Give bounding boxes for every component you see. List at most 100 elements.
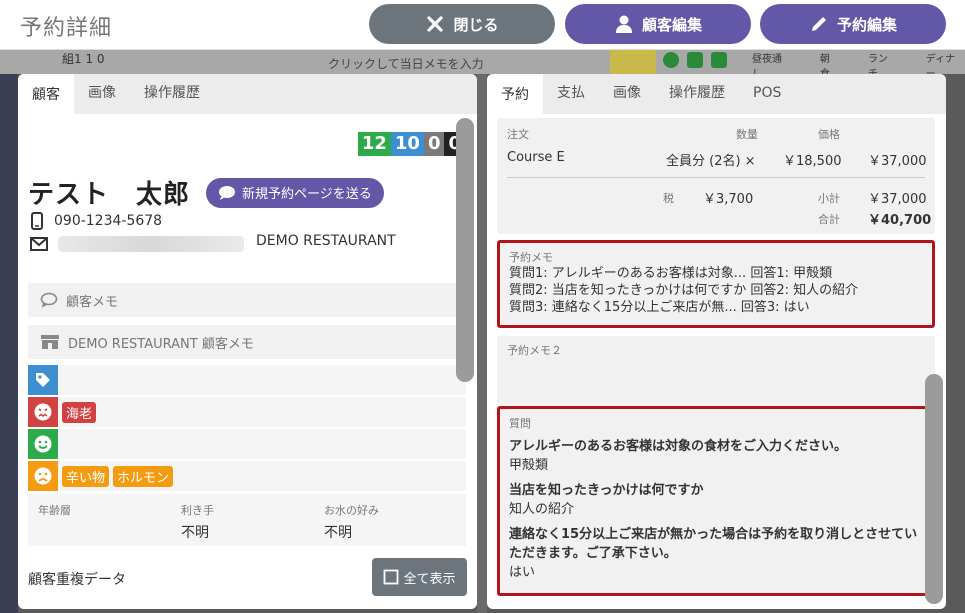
reservation-edit-button[interactable]: 予約編集 (760, 4, 946, 44)
close-icon (427, 16, 444, 32)
mobile-phone-icon (31, 212, 43, 230)
customer-tabs: 顧客 画像 操作履歴 (18, 74, 477, 114)
reservation-memo-line: 質問1: アレルギーのあるお客様は対象... 回答1: 甲殻類 (509, 266, 833, 281)
badge-visits: 12 (357, 132, 391, 156)
background-toolbar: 組1 1 0 クリックして当日メモを入力 昼夜通し 朝食 ランチ ディナー (0, 50, 965, 80)
reservation-memo-line: 質問3: 連絡なく15分以上ご来店が無... 回答3: はい (509, 300, 810, 315)
angry-face-icon (28, 397, 58, 427)
restaurant-memo-label: DEMO RESTAURANT 顧客メモ (68, 336, 254, 352)
order-item-price: ￥18,500 (783, 154, 842, 169)
reservation-memo-2[interactable]: 予約メモ２ (497, 336, 935, 406)
order-divider (507, 177, 925, 178)
day-memo-hint: クリックして当日メモを入力 (328, 57, 484, 71)
subtotal-value: ￥37,000 (868, 192, 927, 207)
email-row: DEMO RESTAURANT (30, 233, 396, 252)
user-icon (615, 15, 632, 33)
background-sidebar (0, 50, 18, 613)
tab-history[interactable]: 操作履歴 (655, 74, 739, 114)
tag-row-weak[interactable]: 辛い物 ホルモン (28, 461, 466, 491)
question-text: 連絡なく15分以上ご来店が無かった場合は予約を取り消しとさせていただきます。ご了… (509, 527, 918, 561)
show-all-label: 全て表示 (403, 571, 456, 587)
background-highlight (610, 50, 656, 74)
tag-row-like[interactable] (28, 429, 466, 459)
order-item-name: Course E (507, 150, 565, 165)
tab-images[interactable]: 画像 (74, 74, 130, 114)
reservation-memo-2-label: 予約メモ２ (507, 344, 562, 357)
duplicate-data-label: 顧客重複データ (28, 572, 126, 588)
answer-text: 甲殻類 (509, 458, 549, 473)
pref-label: 年齢層 (38, 504, 71, 517)
answer-text: 知人の紹介 (509, 502, 575, 517)
close-button-label: 閉じる (453, 15, 499, 34)
pref-hand: 利き手 不明 (181, 502, 214, 542)
phone-icon (711, 52, 727, 68)
background-icons (663, 52, 727, 68)
customer-memo-field[interactable]: 顧客メモ (28, 283, 466, 317)
tab-pos[interactable]: POS (739, 74, 795, 114)
frown-face-icon (28, 461, 58, 491)
send-booking-page-button[interactable]: 新規予約ページを送る (206, 177, 384, 208)
badge-count-blue: 10 (390, 132, 424, 156)
smile-face-icon (28, 429, 58, 459)
tab-reservation[interactable]: 予約 (487, 74, 543, 114)
pref-age: 年齢層 (38, 502, 71, 522)
tag-icon (28, 365, 58, 395)
order-header-qty: 数量 (736, 128, 758, 141)
visit-badges: 12 10 0 0 (357, 132, 465, 156)
customer-preferences: 年齢層 利き手 不明 お水の好み 不明 (28, 494, 466, 546)
customer-name: テスト 太郎 (28, 180, 191, 210)
customer-name-row: テスト 太郎 新規予約ページを送る (28, 174, 384, 211)
tab-history[interactable]: 操作履歴 (130, 74, 214, 114)
envelope-icon (30, 237, 48, 251)
grand-total-value: ￥40,700 (868, 213, 932, 228)
reservation-memo[interactable]: 予約メモ 質問1: アレルギーのあるお客様は対象... 回答1: 甲殻類 質問2… (497, 240, 935, 328)
answer-text: はい (509, 565, 536, 580)
header: 予約詳細 閉じる 顧客編集 予約編集 (0, 0, 965, 50)
customer-scrollbar[interactable] (456, 118, 474, 382)
tag-chip: 海老 (62, 401, 97, 423)
restaurant-memo-field[interactable]: DEMO RESTAURANT 顧客メモ (28, 325, 466, 359)
comment-icon (40, 292, 58, 308)
tab-payment[interactable]: 支払 (543, 74, 599, 114)
store-icon (41, 335, 59, 349)
customer-edit-label: 顧客編集 (641, 15, 702, 34)
checkbox-icon (384, 569, 399, 585)
order-header-item: 注文 (507, 128, 529, 141)
reservation-memo-label: 予約メモ (509, 251, 553, 264)
background-info: 組1 1 0 (62, 52, 105, 66)
questions-label: 質問 (509, 417, 531, 430)
phone-number[interactable]: 090-1234-5678 (54, 213, 162, 229)
tag-row-dislike[interactable]: 海老 (28, 397, 466, 427)
pref-value: 不明 (181, 525, 209, 541)
pref-water: お水の好み 不明 (324, 502, 379, 542)
reservation-memo-line: 質問2: 当店を知ったきっかけは何ですか 回答2: 知人の紹介 (509, 283, 859, 298)
reservation-tabs: 予約 支払 画像 操作履歴 POS (487, 74, 946, 114)
tax-label: 税 (663, 192, 674, 205)
customer-memo-label: 顧客メモ (66, 294, 119, 310)
show-all-button[interactable]: 全て表示 (372, 558, 467, 596)
panel-gap (477, 74, 487, 613)
badge-count-gray: 0 (423, 132, 445, 156)
order-item-total: ￥37,000 (868, 154, 927, 169)
send-booking-page-label: 新規予約ページを送る (242, 187, 372, 202)
close-button[interactable]: 閉じる (369, 4, 555, 44)
reservation-edit-label: 予約編集 (836, 15, 897, 34)
reservation-panel: 予約 支払 画像 操作履歴 POS 注文 数量 価格 Course E 全員分 … (487, 74, 946, 609)
pref-label: お水の好み (324, 504, 379, 517)
order-item-qty: 全員分 (2名) × (666, 154, 756, 169)
clipboard-icon (687, 52, 703, 68)
tag-chip: ホルモン (113, 465, 174, 487)
order-summary: 注文 数量 価格 Course E 全員分 (2名) × ￥18,500 ￥37… (497, 118, 935, 234)
tag-row-general[interactable] (28, 365, 466, 395)
chat-bubble-icon (219, 185, 236, 200)
grand-total-label: 合計 (818, 213, 840, 226)
pref-value: 不明 (324, 525, 352, 541)
pencil-icon (811, 17, 826, 31)
tab-images[interactable]: 画像 (599, 74, 655, 114)
question-text: 当店を知ったきっかけは何ですか (509, 483, 704, 498)
customer-edit-button[interactable]: 顧客編集 (565, 4, 751, 44)
phone-row: 090-1234-5678 (30, 212, 162, 230)
questions-box: 質問 アレルギーのあるお客様は対象の食材をご入力ください。 甲殻類 当店を知った… (497, 406, 933, 596)
tab-customer[interactable]: 顧客 (18, 74, 74, 114)
reservation-scrollbar[interactable] (925, 374, 943, 604)
